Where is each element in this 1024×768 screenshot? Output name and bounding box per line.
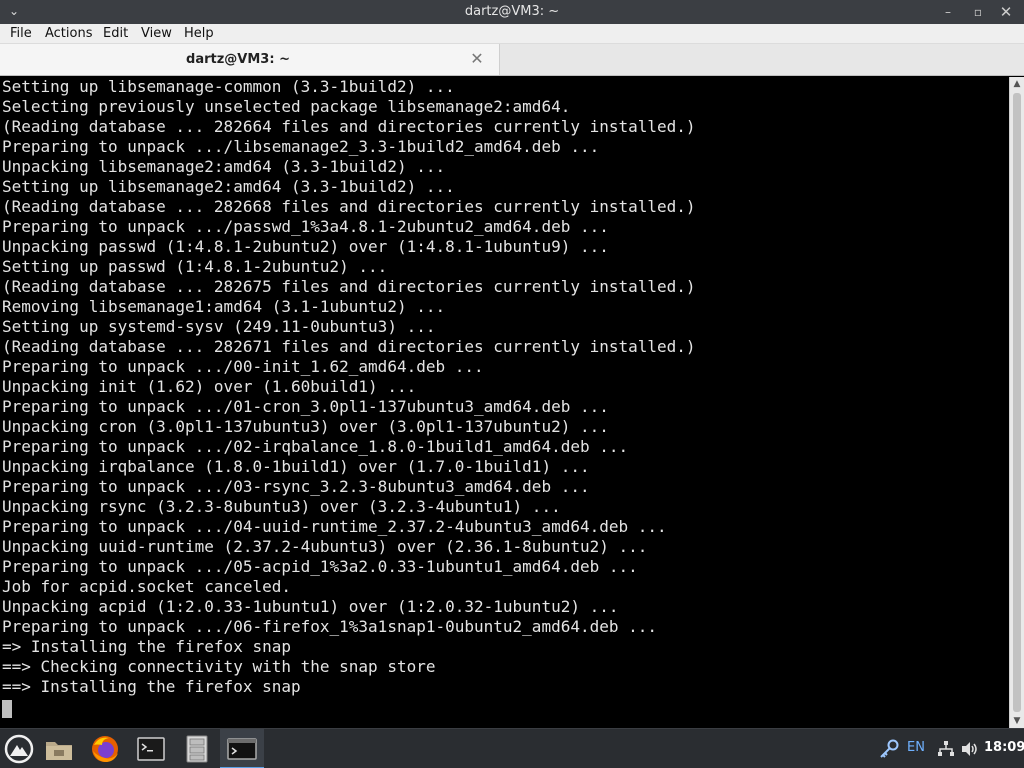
terminal-line: (Reading database ... 282675 files and d…: [2, 277, 696, 296]
file-cabinet-icon[interactable]: [181, 733, 213, 765]
terminal-line: Preparing to unpack .../01-cron_3.0pl1-1…: [2, 397, 609, 416]
maximize-button[interactable]: ▫: [970, 4, 986, 20]
terminal-line: Preparing to unpack .../passwd_1%3a4.8.1…: [2, 217, 609, 236]
scrollbar-thumb[interactable]: [1013, 93, 1021, 712]
terminal-output[interactable]: Setting up libsemanage-common (3.3-1buil…: [0, 77, 1009, 728]
terminal-line: Setting up libsemanage-common (3.3-1buil…: [2, 77, 455, 96]
menu-view[interactable]: View: [141, 26, 172, 41]
tab-label: dartz@VM3: ~: [186, 52, 290, 67]
keyboard-layout-indicator[interactable]: EN: [907, 740, 925, 755]
terminal-line: Preparing to unpack .../06-firefox_1%3a1…: [2, 617, 658, 636]
terminal-line: ==> Installing the firefox snap: [2, 677, 301, 696]
terminal-line: Setting up systemd-sysv (249.11-0ubuntu3…: [2, 317, 436, 336]
active-terminal-icon[interactable]: [226, 733, 258, 765]
start-menu-icon[interactable]: [3, 733, 35, 765]
menu-help[interactable]: Help: [184, 26, 214, 41]
window-title: dartz@VM3: ~: [464, 4, 560, 19]
terminal-line: Job for acpid.socket canceled.: [2, 577, 291, 596]
window-titlebar: ⌄ dartz@VM3: ~ – ▫ ✕: [0, 0, 1024, 24]
terminal-line: Unpacking cron (3.0pl1-137ubuntu3) over …: [2, 417, 609, 436]
terminal-line: Unpacking libsemanage2:amd64 (3.3-1build…: [2, 157, 446, 176]
tab-bar: dartz@VM3: ~ ✕: [0, 44, 1024, 76]
terminal-line: Preparing to unpack .../libsemanage2_3.3…: [2, 137, 600, 156]
terminal-line: Unpacking init (1.62) over (1.60build1) …: [2, 377, 417, 396]
terminal-line: Removing libsemanage1:amd64 (3.1-1ubuntu…: [2, 297, 446, 316]
terminal-line: ==> Checking connectivity with the snap …: [2, 657, 436, 676]
tab-close-icon[interactable]: ✕: [468, 50, 486, 68]
terminal-lines: Setting up libsemanage-common (3.3-1buil…: [2, 77, 696, 697]
minimize-button[interactable]: –: [940, 4, 956, 20]
menu-actions[interactable]: Actions: [45, 26, 93, 41]
terminal-line: Preparing to unpack .../03-rsync_3.2.3-8…: [2, 477, 590, 496]
terminal-line: Preparing to unpack .../04-uuid-runtime_…: [2, 517, 667, 536]
terminal-scrollbar[interactable]: ▲ ▼: [1009, 77, 1024, 728]
scroll-down-icon[interactable]: ▼: [1010, 714, 1024, 728]
security-key-icon[interactable]: [878, 738, 900, 760]
taskbar: EN 18:09: [0, 728, 1024, 768]
terminal-line: => Installing the firefox snap: [2, 637, 291, 656]
scroll-up-icon[interactable]: ▲: [1010, 77, 1024, 91]
menu-bar: File Actions Edit View Help: [0, 24, 1024, 44]
menu-edit[interactable]: Edit: [103, 26, 128, 41]
file-manager-icon[interactable]: [43, 733, 75, 765]
terminal-line: Selecting previously unselected package …: [2, 97, 571, 116]
terminal-line: Setting up passwd (1:4.8.1-2ubuntu2) ...: [2, 257, 388, 276]
terminal-line: Unpacking acpid (1:2.0.33-1ubuntu1) over…: [2, 597, 619, 616]
terminal-line: (Reading database ... 282671 files and d…: [2, 337, 696, 356]
terminal-cursor: [2, 700, 12, 718]
terminal-line: Preparing to unpack .../00-init_1.62_amd…: [2, 357, 484, 376]
terminal-line: (Reading database ... 282664 files and d…: [2, 117, 696, 136]
clock[interactable]: 18:09: [984, 740, 1024, 755]
terminal-line: Preparing to unpack .../05-acpid_1%3a2.0…: [2, 557, 638, 576]
close-window-button[interactable]: ✕: [998, 4, 1014, 20]
tab-terminal[interactable]: dartz@VM3: ~ ✕: [0, 44, 500, 75]
terminal-line: Setting up libsemanage2:amd64 (3.3-1buil…: [2, 177, 455, 196]
terminal-line: Unpacking rsync (3.2.3-8ubuntu3) over (3…: [2, 497, 561, 516]
terminal-line: Unpacking irqbalance (1.8.0-1build1) ove…: [2, 457, 590, 476]
terminal-line: Preparing to unpack .../02-irqbalance_1.…: [2, 437, 629, 456]
terminal-line: (Reading database ... 282668 files and d…: [2, 197, 696, 216]
terminal-icon[interactable]: [135, 733, 167, 765]
menu-file[interactable]: File: [10, 26, 32, 41]
terminal-line: Unpacking uuid-runtime (2.37.2-4ubuntu3)…: [2, 537, 648, 556]
terminal-line: Unpacking passwd (1:4.8.1-2ubuntu2) over…: [2, 237, 609, 256]
firefox-icon[interactable]: [89, 733, 121, 765]
network-icon[interactable]: [936, 739, 956, 759]
volume-icon[interactable]: [959, 739, 979, 759]
